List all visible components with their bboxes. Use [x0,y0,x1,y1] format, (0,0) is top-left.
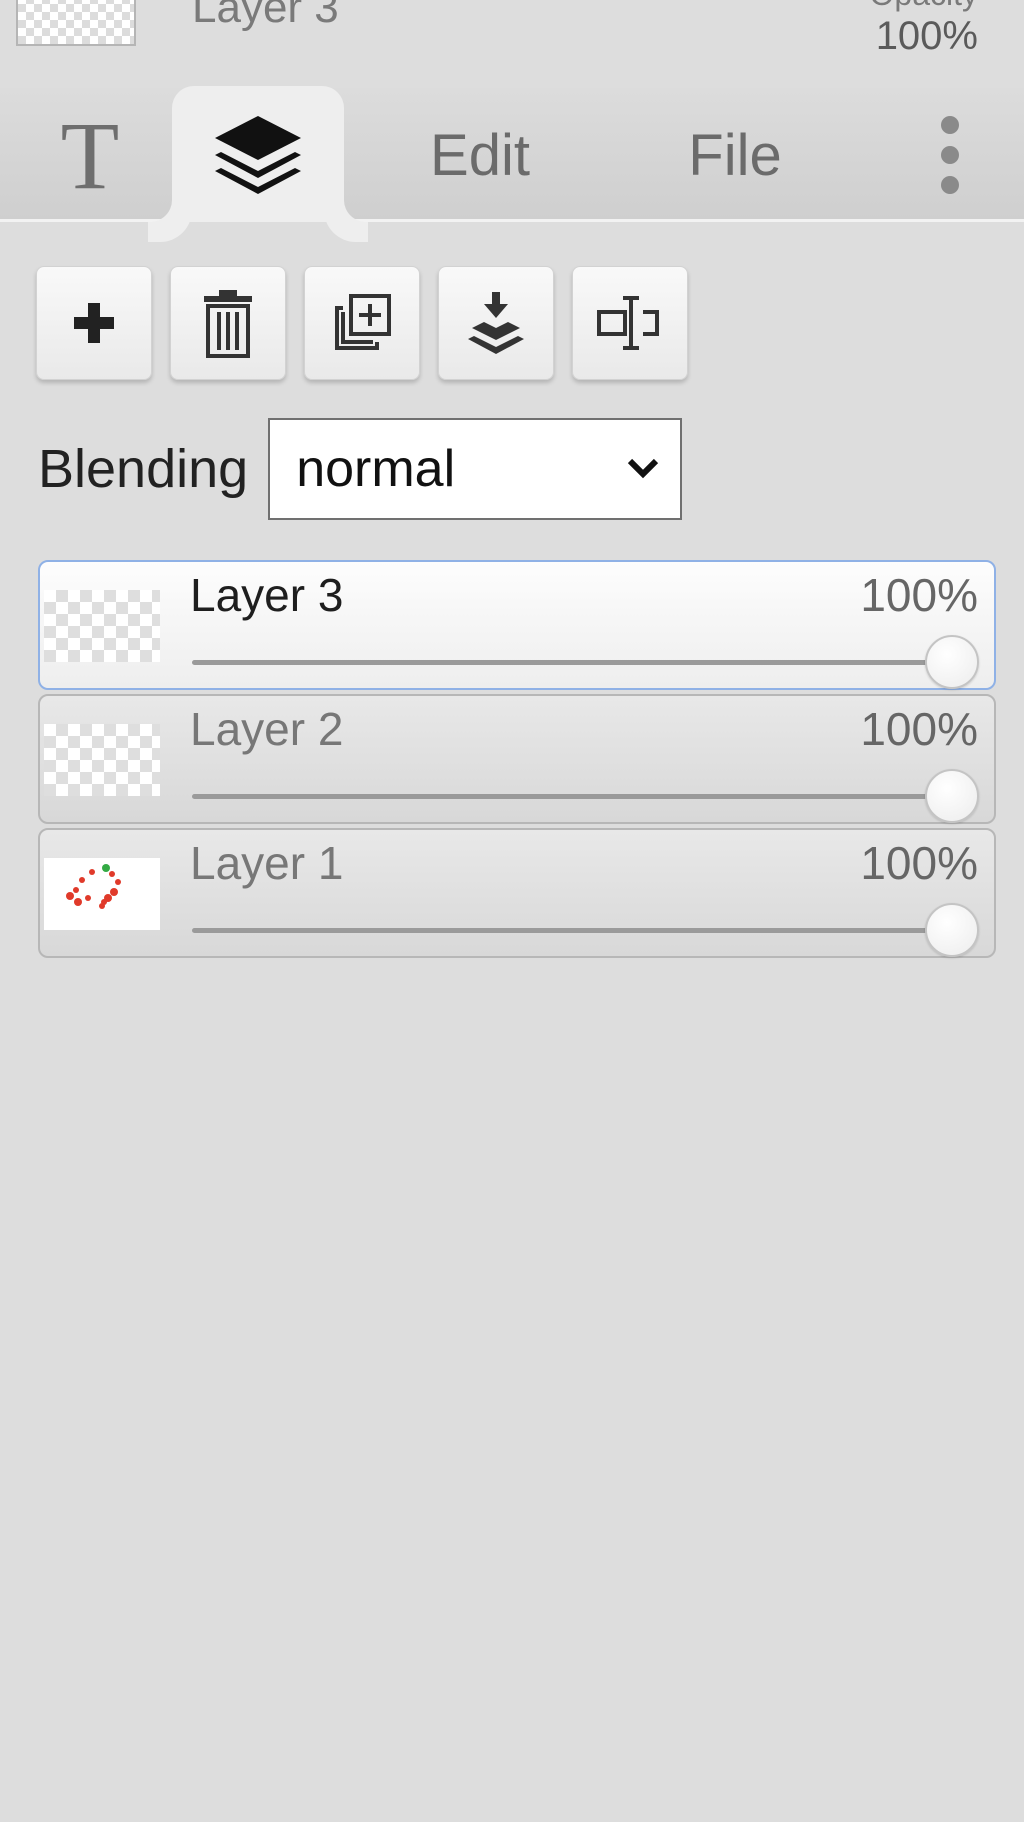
layer-name: Layer 3 [190,569,344,621]
slider-track [192,660,952,665]
tab-edit[interactable]: Edit [400,88,560,222]
layer-thumbnail [44,724,160,796]
layer-opacity-slider[interactable] [192,635,982,690]
more-vertical-icon [941,116,959,194]
blending-label: Blending [38,439,249,499]
current-layer-opacity-label: Opacity [870,0,978,10]
current-layer-opacity-value: 100% [875,14,978,58]
tab-file[interactable]: File [660,88,810,222]
layer-row-layer-1[interactable]: Layer 1 100% [38,828,996,958]
image-thumbnail-icon [66,864,121,909]
layer-name: Layer 1 [190,837,344,889]
slider-track [192,794,952,799]
current-layer-name: Layer 3 [192,0,339,32]
blending-value: normal [296,440,456,498]
tab-text[interactable]: T [30,88,150,222]
chevron-down-icon [628,458,659,479]
blending-row: Blending normal [38,418,683,520]
layer-opacity-slider[interactable] [192,903,982,958]
plus-icon [74,303,114,343]
duplicate-layer-button[interactable] [304,266,420,380]
slider-track [192,928,952,933]
layers-panel: Layer 3 Opacity 100% T Edit File [0,0,1024,1822]
layer-opacity-value: 100% [860,569,978,621]
rename-icon [597,296,659,350]
text-tool-icon: T [60,101,120,209]
tab-bar: T Edit File [0,86,1024,222]
layer-opacity-value: 100% [860,703,978,755]
slider-thumb[interactable] [925,635,979,689]
layer-row-layer-3[interactable]: Layer 3 100% [38,560,996,690]
layer-toolbar [36,266,688,380]
layer-opacity-slider[interactable] [192,769,982,824]
layers-icon [215,116,301,194]
merge-down-icon [468,292,524,354]
duplicate-icon [335,294,391,350]
add-layer-button[interactable] [36,266,152,380]
delete-layer-button[interactable] [170,266,286,380]
layer-opacity-value: 100% [860,837,978,889]
merge-down-button[interactable] [438,266,554,380]
current-layer-thumbnail [16,0,136,46]
current-layer-summary: Layer 3 Opacity 100% [0,0,1024,80]
layer-thumbnail [44,590,160,662]
layer-list: Layer 3 100% Layer 2 100% Layer 1 100% [38,560,996,962]
layer-thumbnail [44,858,160,930]
slider-thumb[interactable] [925,769,979,823]
trash-icon [204,290,252,358]
rename-layer-button[interactable] [572,266,688,380]
layer-name: Layer 2 [190,703,344,755]
tab-layers[interactable] [172,86,344,222]
blending-select[interactable]: normal [268,418,683,520]
more-menu-button[interactable] [920,88,980,222]
slider-thumb[interactable] [925,903,979,957]
layer-row-layer-2[interactable]: Layer 2 100% [38,694,996,824]
